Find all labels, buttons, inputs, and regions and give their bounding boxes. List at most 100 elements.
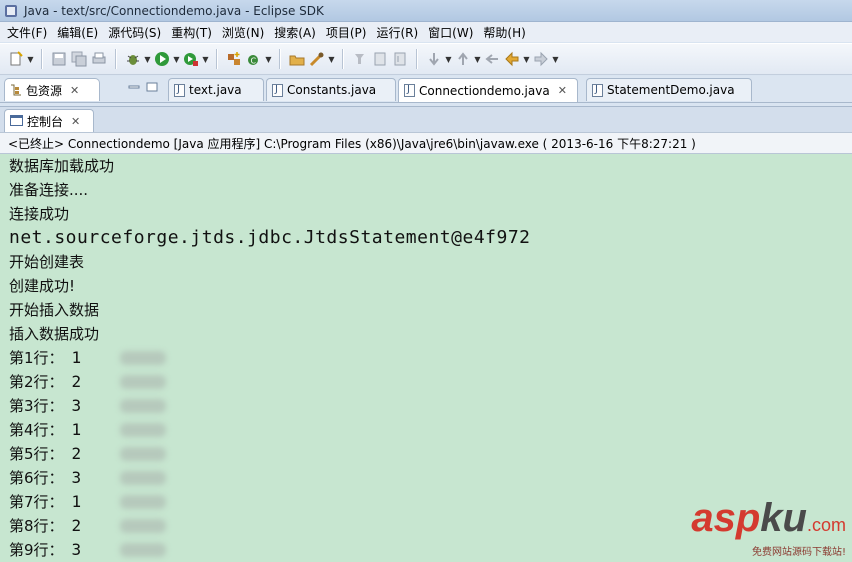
- java-file-icon: [174, 83, 185, 97]
- toolbar-separator: [416, 49, 418, 69]
- new-class-icon[interactable]: C: [245, 50, 263, 68]
- external-tools-dropdown-icon[interactable]: ▼: [201, 50, 210, 68]
- annotation-icon[interactable]: [351, 50, 369, 68]
- console-output[interactable]: 数据库加载成功 准备连接.... 连接成功 net.sourceforge.jt…: [0, 154, 852, 562]
- menu-search[interactable]: 搜索(A): [269, 24, 321, 41]
- console-row-line: 第4行： 1: [9, 418, 81, 442]
- run-dropdown-icon[interactable]: ▼: [172, 50, 181, 68]
- menu-navigate[interactable]: 浏览(N): [217, 24, 269, 41]
- console-line: 插入数据成功: [9, 325, 100, 343]
- console-line: 开始创建表: [9, 253, 85, 271]
- row-value: 1: [71, 420, 82, 439]
- menu-edit[interactable]: 编辑(E): [52, 24, 103, 41]
- tab-console[interactable]: 控制台 ✕: [4, 109, 94, 132]
- row-label: 第5行：: [9, 445, 64, 463]
- console-icon: [10, 115, 23, 126]
- prev-edit-dropdown-icon[interactable]: ▼: [473, 50, 482, 68]
- new-icon[interactable]: [7, 50, 25, 68]
- tab-text-java[interactable]: text.java: [168, 78, 264, 101]
- close-icon[interactable]: ✕: [71, 115, 80, 128]
- menu-help[interactable]: 帮助(H): [478, 24, 530, 41]
- back-icon[interactable]: [503, 50, 521, 68]
- console-line: 创建成功!: [9, 277, 76, 295]
- save-all-icon[interactable]: [70, 50, 88, 68]
- last-edit-icon[interactable]: [483, 50, 501, 68]
- console-tab-label: 控制台: [27, 114, 64, 129]
- menu-project[interactable]: 项目(P): [321, 24, 372, 41]
- print-icon[interactable]: [90, 50, 108, 68]
- console-line: 连接成功: [9, 205, 70, 223]
- row-label: 第1行：: [9, 349, 64, 367]
- watermark-brand-a: asp: [691, 496, 761, 540]
- debug-icon[interactable]: [124, 50, 142, 68]
- menu-window[interactable]: 窗口(W): [423, 24, 478, 41]
- java-file-icon: [272, 83, 283, 97]
- next-edit-icon[interactable]: [425, 50, 443, 68]
- java-app-icon: [5, 4, 17, 17]
- debug-dropdown-icon[interactable]: ▼: [143, 50, 152, 68]
- menu-bar: 文件(F) 编辑(E) 源代码(S) 重构(T) 浏览(N) 搜索(A) 项目(…: [0, 22, 852, 42]
- tab-constants-java[interactable]: Constants.java: [266, 78, 396, 101]
- tab-label: Constants.java: [287, 83, 377, 97]
- row-label: 第4行：: [9, 421, 64, 439]
- editor-tab-row: 包资源 ✕ text.java Constants.java Connectio…: [0, 76, 852, 103]
- redacted-value: [120, 423, 166, 437]
- toolbar-separator: [342, 49, 344, 69]
- toolbar-separator: [216, 49, 218, 69]
- redacted-value: [120, 375, 166, 389]
- watermark-brand: aspku.com: [691, 498, 846, 545]
- new-java-project-icon[interactable]: [225, 50, 243, 68]
- open-type-icon[interactable]: [288, 50, 306, 68]
- tab-label: StatementDemo.java: [607, 83, 735, 97]
- prev-annotation-icon[interactable]: [391, 50, 409, 68]
- redacted-value: [120, 519, 166, 533]
- menu-run[interactable]: 运行(R): [371, 24, 423, 41]
- row-label: 第6行：: [9, 469, 64, 487]
- next-edit-dropdown-icon[interactable]: ▼: [444, 50, 453, 68]
- console-row-line: 第3行： 3: [9, 394, 81, 418]
- external-tools-icon[interactable]: [182, 50, 200, 68]
- prev-edit-icon[interactable]: [454, 50, 472, 68]
- package-explorer-icon: [11, 84, 21, 96]
- menu-source[interactable]: 源代码(S): [103, 24, 166, 41]
- next-annotation-icon[interactable]: [371, 50, 389, 68]
- console-line: 准备连接....: [9, 181, 89, 199]
- save-icon[interactable]: [50, 50, 68, 68]
- back-dropdown-icon[interactable]: ▼: [522, 50, 531, 68]
- run-icon[interactable]: [153, 50, 171, 68]
- new-dropdown-icon[interactable]: ▼: [26, 50, 35, 68]
- row-value: 3: [71, 540, 82, 559]
- forward-icon[interactable]: [532, 50, 550, 68]
- tab-statementdemo-java[interactable]: StatementDemo.java: [586, 78, 752, 101]
- search-dropdown-icon[interactable]: ▼: [327, 50, 336, 68]
- console-line: net.sourceforge.jtds.jdbc.JtdsStatement@…: [9, 227, 531, 248]
- svg-text:C: C: [251, 57, 257, 66]
- close-icon[interactable]: ✕: [70, 84, 79, 97]
- row-label: 第3行：: [9, 397, 64, 415]
- tab-package-explorer[interactable]: 包资源 ✕: [4, 78, 100, 101]
- toolbar-separator: [115, 49, 117, 69]
- watermark-brand-b: ku: [760, 496, 807, 540]
- console-line: 开始插入数据: [9, 301, 100, 319]
- tab-label: text.java: [189, 83, 242, 97]
- close-icon[interactable]: ✕: [558, 84, 567, 97]
- row-value: 3: [71, 468, 82, 487]
- menu-file[interactable]: 文件(F): [2, 24, 52, 41]
- forward-dropdown-icon[interactable]: ▼: [551, 50, 560, 68]
- search-icon[interactable]: [308, 50, 326, 68]
- redacted-value: [120, 351, 166, 365]
- window-title: Java - text/src/Connectiondemo.java - Ec…: [24, 3, 324, 18]
- row-label: 第7行：: [9, 493, 64, 511]
- row-value: 2: [71, 372, 82, 391]
- redacted-value: [120, 447, 166, 461]
- tab-connectiondemo-java[interactable]: Connectiondemo.java ✕: [398, 78, 578, 102]
- console-row-line: 第2行： 2: [9, 370, 81, 394]
- redacted-value: [120, 399, 166, 413]
- console-row-line: 第8行： 2: [9, 514, 81, 538]
- watermark-logo: aspku.com 免费网站源码下载站!: [691, 498, 846, 558]
- minimize-icon[interactable]: [128, 82, 140, 92]
- menu-refactor[interactable]: 重构(T): [166, 24, 217, 41]
- new-class-dropdown-icon[interactable]: ▼: [264, 50, 273, 68]
- tab-label: Connectiondemo.java: [419, 83, 550, 98]
- maximize-icon[interactable]: [146, 82, 158, 92]
